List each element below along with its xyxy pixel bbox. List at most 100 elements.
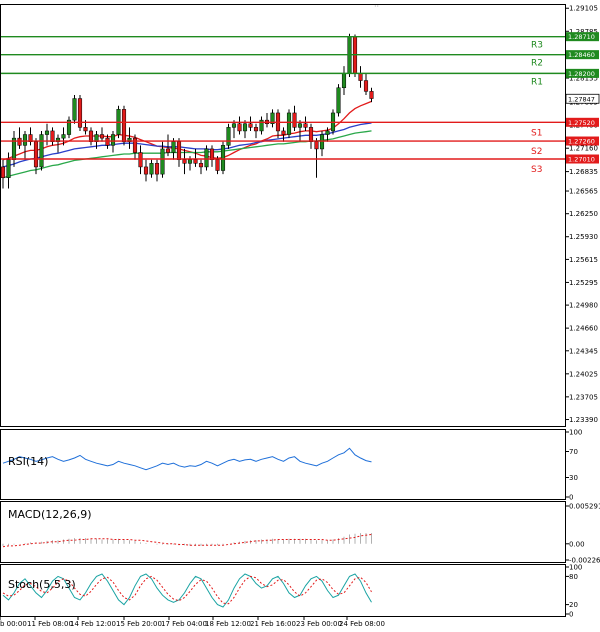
candle-body (198, 163, 204, 168)
macd-axis: 0.0052910.00-0.002268 (565, 503, 600, 565)
candle-body (83, 127, 88, 132)
candle-body (154, 163, 160, 175)
time-tick-label: 17 Feb 04:00 (161, 620, 207, 628)
level-price-value: 1.27260 (568, 138, 595, 146)
indicator-tick-label: 70 (569, 448, 578, 456)
level-price-value: 1.27010 (568, 156, 595, 164)
candle-body (341, 73, 347, 89)
candle-body (248, 123, 253, 128)
indicator-tick-label: 0 (569, 611, 573, 619)
candle-body (6, 159, 11, 178)
price-tick-label: 1.24345 (569, 347, 598, 355)
time-tick-label: 21 Feb 16:00 (250, 620, 296, 628)
rsi-panel-frame (0, 429, 566, 500)
price-tick-label: 1.25615 (569, 256, 598, 264)
current-price-value: 1.27847 (568, 95, 595, 103)
candle-body (308, 127, 314, 142)
candle-body (138, 152, 143, 168)
candle-body (215, 159, 220, 171)
candle-body (209, 148, 215, 160)
candle-body (319, 134, 325, 150)
candle-body (17, 137, 22, 146)
candle-body (204, 148, 209, 168)
candle-body (358, 73, 363, 81)
time-tick-label: 15 Feb 20:00 (116, 620, 162, 628)
candle-body (88, 130, 94, 142)
indicator-tick-label: 0 (569, 494, 573, 502)
stoch-title: Stoch(5,5,3) (8, 578, 76, 591)
level-label-r3: R3 (531, 41, 543, 51)
candle-body (253, 127, 259, 132)
level-price-value: 1.28710 (568, 33, 595, 41)
main-panel-frame (0, 4, 566, 427)
candle-body (193, 159, 198, 164)
indicator-tick-label: 80 (569, 573, 578, 581)
candle-body (61, 134, 66, 139)
price-tick-label: 1.24660 (569, 325, 598, 333)
price-tick-label: 1.25930 (569, 233, 598, 241)
candle-body (314, 141, 319, 150)
level-label-s2: S2 (531, 147, 542, 157)
time-tick-label: 18 Feb 12:00 (205, 620, 251, 628)
indicator-tick-label: 0.005291 (569, 503, 600, 511)
candle-body (99, 134, 105, 139)
level-label-r1: R1 (531, 77, 543, 87)
candle-body (226, 127, 231, 146)
price-tick-label: 1.25295 (569, 279, 598, 287)
indicator-tick-label: 100 (569, 429, 582, 437)
candle-body (286, 112, 292, 135)
candle-body (39, 134, 44, 168)
candle-body (33, 141, 39, 168)
candle-body (77, 98, 83, 128)
price-tick-label: 1.26565 (569, 188, 598, 196)
candle-body (110, 134, 116, 146)
price-tick-label: 1.26250 (569, 210, 598, 218)
candle-body (50, 130, 55, 142)
time-tick-label: Feb 00:00 (0, 620, 27, 628)
candle-body (72, 98, 77, 121)
time-tick-label: 24 Feb 08:00 (339, 620, 385, 628)
rsi-title: RSI(14) (8, 455, 48, 468)
candle-body (242, 123, 248, 132)
candle-body (220, 145, 226, 171)
candle-body (171, 141, 176, 153)
level-label-s3: S3 (531, 165, 542, 175)
candle-body (303, 123, 308, 128)
candle-body (231, 123, 237, 128)
time-tick-label: 14 Feb 12:00 (70, 620, 116, 628)
indicator-tick-label: 20 (569, 601, 578, 609)
price-tick-label: 1.26835 (569, 168, 598, 176)
candle-body (237, 123, 242, 132)
level-price-value: 1.28200 (568, 70, 595, 78)
stoch-axis: 10080 20 0 (565, 564, 582, 619)
price-tick-label: 1.24980 (569, 302, 598, 310)
forex-chart[interactable]: ·· 1.291051.287851.284551.281351.278051.… (0, 0, 600, 632)
candle-body (44, 130, 50, 135)
price-tick-label: 1.27160 (569, 145, 598, 153)
indicator-tick-label: 100 (569, 564, 582, 572)
time-axis: Feb 00:0011 Feb 08:0014 Feb 12:0015 Feb … (0, 617, 385, 628)
candle-body (165, 148, 171, 153)
price-tick-label: 1.23390 (569, 416, 598, 424)
price-tick-label: 1.24025 (569, 370, 598, 378)
time-tick-label: 23 Feb 00:00 (296, 620, 342, 628)
level-label-r2: R2 (531, 59, 543, 69)
stoch-panel-frame (0, 564, 566, 617)
candle-body (281, 130, 286, 135)
candle-body (292, 112, 297, 128)
candle-body (325, 130, 330, 135)
candle-body (336, 87, 341, 114)
rsi-axis: 100 70 30 0 (565, 429, 582, 502)
price-tick-label: 1.29105 (569, 5, 598, 13)
time-tick-label: 11 Feb 08:00 (27, 620, 73, 628)
top-marker: ·· (374, 2, 379, 11)
candle-body (0, 166, 6, 178)
indicator-tick-label: 30 (569, 474, 578, 482)
candle-body (187, 159, 193, 164)
candle-body (149, 163, 154, 175)
candle-body (182, 159, 187, 164)
macd-title: MACD(12,26,9) (8, 508, 92, 521)
price-axis: 1.291051.287851.284551.281351.278051.274… (565, 5, 598, 424)
candle-body (121, 109, 127, 142)
candle-body (363, 80, 369, 92)
